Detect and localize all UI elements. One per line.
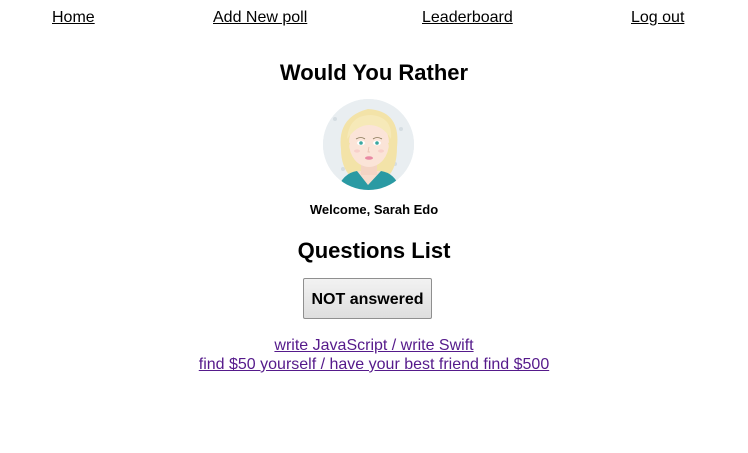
question-link[interactable]: write JavaScript / write Swift	[0, 336, 748, 355]
page-title: Would You Rather	[279, 60, 469, 85]
user-avatar	[323, 99, 414, 190]
top-nav: Home Add New poll Leaderboard Log out	[0, 0, 748, 36]
questions-list: write JavaScript / write Swift find $50 …	[0, 336, 748, 374]
not-answered-filter-button[interactable]: NOT answered	[303, 278, 432, 319]
user-avatar-icon	[323, 99, 414, 190]
questions-heading: Questions List	[297, 238, 451, 263]
nav-logout-link[interactable]: Log out	[631, 9, 684, 27]
welcome-text: Welcome, Sarah Edo	[309, 202, 439, 217]
nav-leaderboard-link[interactable]: Leaderboard	[422, 9, 513, 27]
nav-home-link[interactable]: Home	[52, 9, 95, 27]
question-link[interactable]: find $50 yourself / have your best frien…	[0, 355, 748, 374]
nav-add-poll-link[interactable]: Add New poll	[213, 9, 307, 27]
